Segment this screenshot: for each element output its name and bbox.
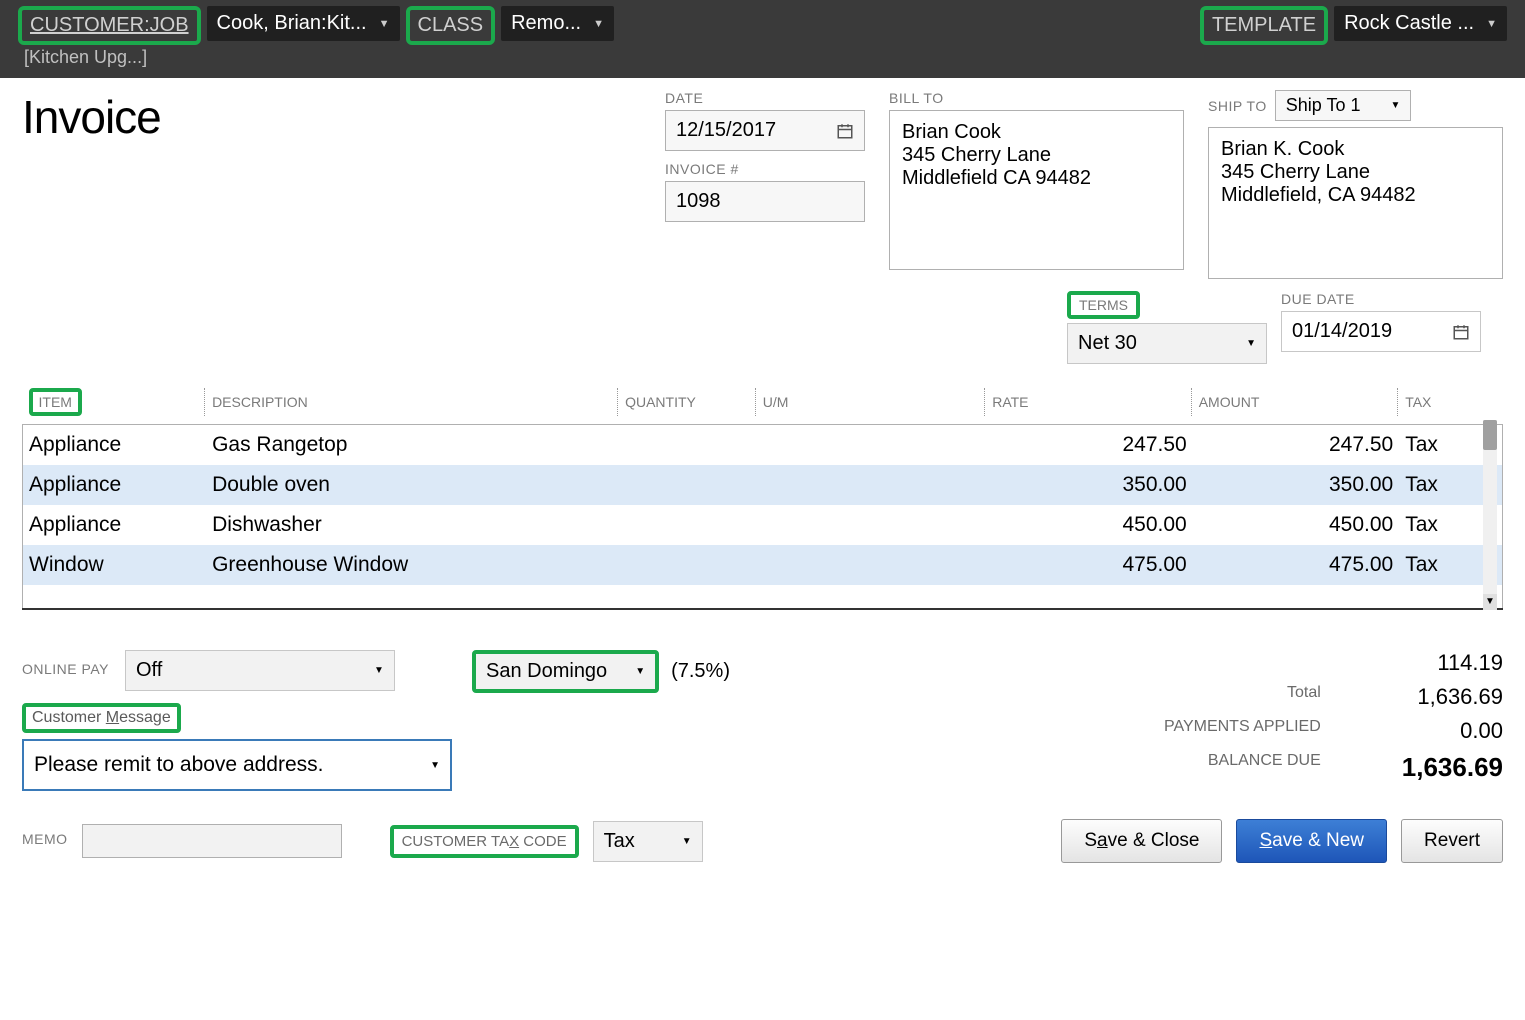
col-qty: QUANTITY bbox=[619, 380, 757, 425]
table-scrollbar[interactable]: ▼ bbox=[1483, 420, 1497, 610]
col-amount: AMOUNT bbox=[1193, 380, 1400, 425]
balance-due-value: 1,636.69 bbox=[1341, 752, 1503, 783]
payments-applied-label: PAYMENTS APPLIED bbox=[1103, 718, 1321, 744]
online-pay-select[interactable]: Off▼ bbox=[125, 650, 395, 691]
template-label: TEMPLATE bbox=[1200, 6, 1328, 45]
bill-to-textarea[interactable]: Brian Cook 345 Cherry Lane Middlefield C… bbox=[889, 110, 1184, 270]
balance-due-label: BALANCE DUE bbox=[1103, 752, 1321, 783]
chevron-down-icon: ▼ bbox=[682, 836, 692, 847]
table-row[interactable]: ApplianceDishwasher450.00450.00Tax bbox=[23, 505, 1503, 545]
top-toolbar: CUSTOMER:JOB [Kitchen Upg...] Cook, Bria… bbox=[0, 0, 1525, 78]
page-title: Invoice bbox=[22, 90, 641, 144]
customer-job-subtext: [Kitchen Upg...] bbox=[18, 45, 201, 70]
table-row[interactable]: ApplianceGas Rangetop247.50247.50Tax bbox=[23, 425, 1503, 466]
invoice-num-input[interactable]: 1098 bbox=[665, 181, 865, 222]
col-tax: TAX bbox=[1399, 380, 1502, 425]
chevron-down-icon: ▼ bbox=[1486, 18, 1497, 30]
tax-amount: 114.19 bbox=[1341, 650, 1503, 676]
due-date-label: DUE DATE bbox=[1281, 291, 1481, 307]
revert-button[interactable]: Revert bbox=[1401, 819, 1503, 863]
chevron-down-icon: ▼ bbox=[635, 666, 645, 677]
tax-rate-pct: (7.5%) bbox=[671, 660, 730, 683]
scroll-down-icon[interactable]: ▼ bbox=[1483, 594, 1497, 610]
chevron-down-icon: ▼ bbox=[1246, 338, 1256, 349]
total-label: Total bbox=[1103, 684, 1321, 710]
class-label: CLASS bbox=[406, 6, 496, 45]
online-pay-label: ONLINE PAY bbox=[22, 661, 109, 677]
memo-label: MEMO bbox=[22, 831, 68, 847]
chevron-down-icon: ▼ bbox=[430, 760, 440, 771]
total-value: 1,636.69 bbox=[1341, 684, 1503, 710]
save-close-button[interactable]: Save & Close bbox=[1061, 819, 1222, 863]
ship-to-textarea[interactable]: Brian K. Cook 345 Cherry Lane Middlefiel… bbox=[1208, 127, 1503, 279]
calendar-icon bbox=[1452, 323, 1470, 341]
customer-job-select[interactable]: Cook, Brian:Kit...▼ bbox=[207, 6, 400, 41]
date-input[interactable]: 12/15/2017 bbox=[665, 110, 865, 151]
col-rate: RATE bbox=[986, 380, 1193, 425]
terms-select[interactable]: Net 30▼ bbox=[1067, 323, 1267, 364]
template-select[interactable]: Rock Castle ...▼ bbox=[1334, 6, 1507, 41]
col-desc: DESCRIPTION bbox=[206, 380, 619, 425]
invoice-num-label: INVOICE # bbox=[665, 161, 865, 177]
ship-to-select[interactable]: Ship To 1▼ bbox=[1275, 90, 1412, 121]
calendar-icon bbox=[836, 122, 854, 140]
customer-tax-code-select[interactable]: Tax▼ bbox=[593, 821, 703, 862]
customer-message-select[interactable]: Please remit to above address.▼ bbox=[22, 739, 452, 791]
bill-to-label: BILL TO bbox=[889, 90, 1184, 106]
col-item: ITEM bbox=[29, 388, 82, 416]
memo-input[interactable] bbox=[82, 824, 342, 858]
payments-applied-value: 0.00 bbox=[1341, 718, 1503, 744]
customer-tax-code-label: CUSTOMER TAX CODE bbox=[390, 825, 579, 858]
terms-label: TERMS bbox=[1067, 291, 1140, 319]
tax-jurisdiction-select[interactable]: San Domingo▼ bbox=[472, 650, 659, 693]
due-date-input[interactable]: 01/14/2019 bbox=[1281, 311, 1481, 352]
table-row[interactable]: ApplianceDouble oven350.00350.00Tax bbox=[23, 465, 1503, 505]
customer-job-label: CUSTOMER:JOB bbox=[18, 6, 201, 45]
class-select[interactable]: Remo...▼ bbox=[501, 6, 614, 41]
chevron-down-icon: ▼ bbox=[1390, 100, 1400, 111]
line-items-table: ITEM DESCRIPTION QUANTITY U/M RATE AMOUN… bbox=[22, 380, 1503, 610]
save-new-button[interactable]: Save & New bbox=[1236, 819, 1387, 863]
date-label: DATE bbox=[665, 90, 865, 106]
ship-to-label: SHIP TO bbox=[1208, 98, 1267, 114]
col-um: U/M bbox=[757, 380, 986, 425]
chevron-down-icon: ▼ bbox=[593, 18, 604, 30]
chevron-down-icon: ▼ bbox=[379, 18, 390, 30]
customer-message-label: Customer Message bbox=[22, 703, 181, 733]
chevron-down-icon: ▼ bbox=[374, 665, 384, 676]
scroll-thumb[interactable] bbox=[1483, 420, 1497, 450]
table-row[interactable]: WindowGreenhouse Window475.00475.00Tax bbox=[23, 545, 1503, 585]
